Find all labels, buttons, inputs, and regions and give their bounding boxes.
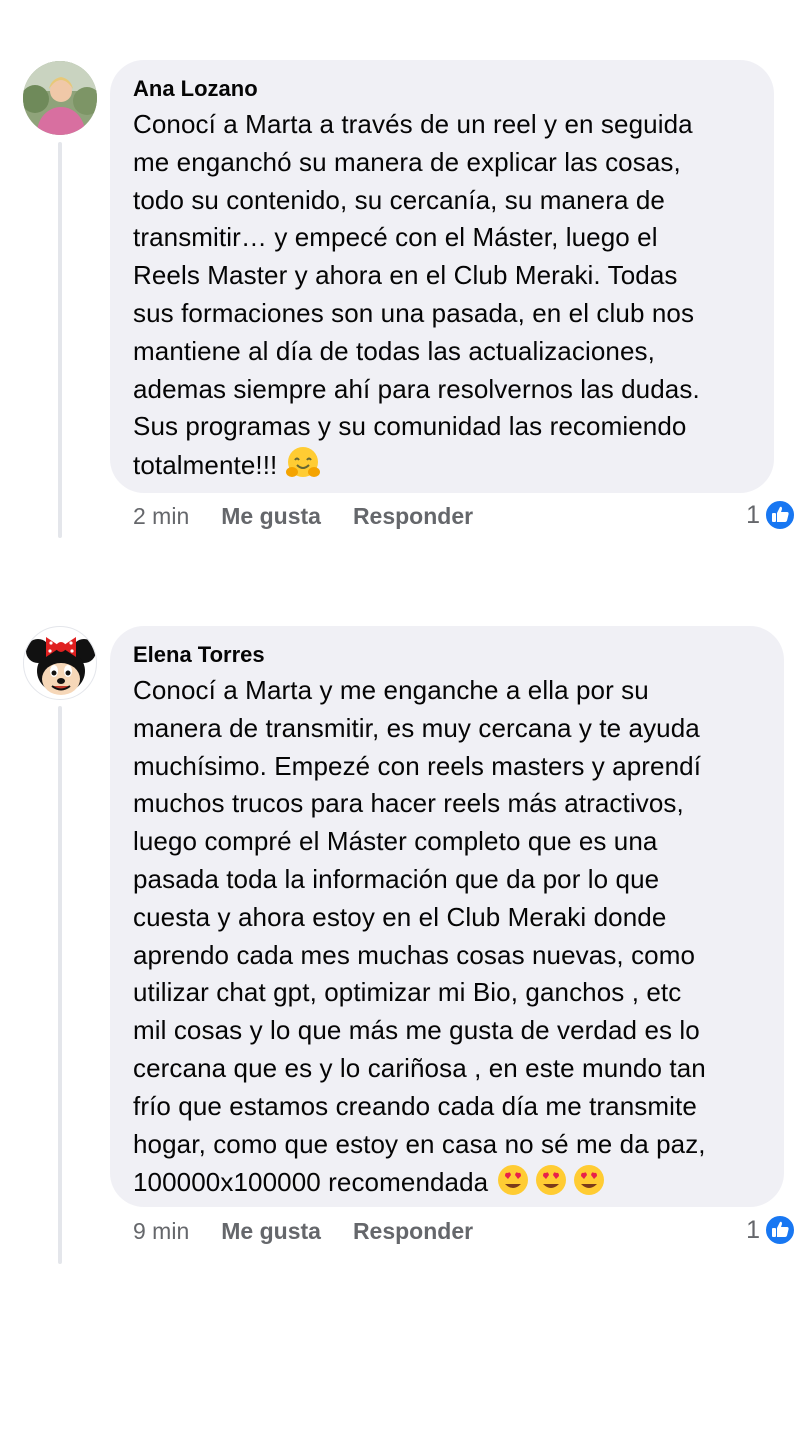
comment-text: Conocí a Marta y me enganche a ella por … <box>133 672 762 1208</box>
heart-eyes-icon <box>496 1163 606 1208</box>
timestamp[interactable]: 2 min <box>133 503 189 530</box>
user-photo-icon <box>23 61 97 135</box>
comment-body: Conocí a Marta a través de un reel y en … <box>133 109 700 481</box>
reply-button[interactable]: Responder <box>353 503 473 530</box>
like-count: 1 <box>746 500 760 529</box>
comment-body: Conocí a Marta y me enganche a ella por … <box>133 675 706 1198</box>
comment-actions: 9 min Me gusta Responder <box>133 1218 473 1245</box>
author-name[interactable]: Ana Lozano <box>133 76 752 102</box>
reaction-count[interactable]: 1 <box>746 1214 796 1246</box>
comment-text: Conocí a Marta a través de un reel y en … <box>133 106 752 491</box>
like-button[interactable]: Me gusta <box>221 503 321 530</box>
like-count: 1 <box>746 1215 760 1244</box>
comment-actions: 2 min Me gusta Responder <box>133 503 473 530</box>
minnie-mouse-icon <box>26 637 96 695</box>
thread-line <box>58 706 62 1264</box>
hugging-face-icon <box>285 446 321 491</box>
timestamp[interactable]: 9 min <box>133 1218 189 1245</box>
avatar[interactable] <box>23 626 97 700</box>
reaction-count[interactable]: 1 <box>746 499 796 531</box>
thumbs-up-icon <box>764 1214 796 1246</box>
reply-button[interactable]: Responder <box>353 1218 473 1245</box>
like-button[interactable]: Me gusta <box>221 1218 321 1245</box>
author-name[interactable]: Elena Torres <box>133 642 762 668</box>
comment-bubble: Ana Lozano Conocí a Marta a través de un… <box>110 60 774 493</box>
comment-bubble: Elena Torres Conocí a Marta y me enganch… <box>110 626 784 1207</box>
thumbs-up-icon <box>764 499 796 531</box>
thread-line <box>58 142 62 538</box>
avatar[interactable] <box>23 61 97 135</box>
